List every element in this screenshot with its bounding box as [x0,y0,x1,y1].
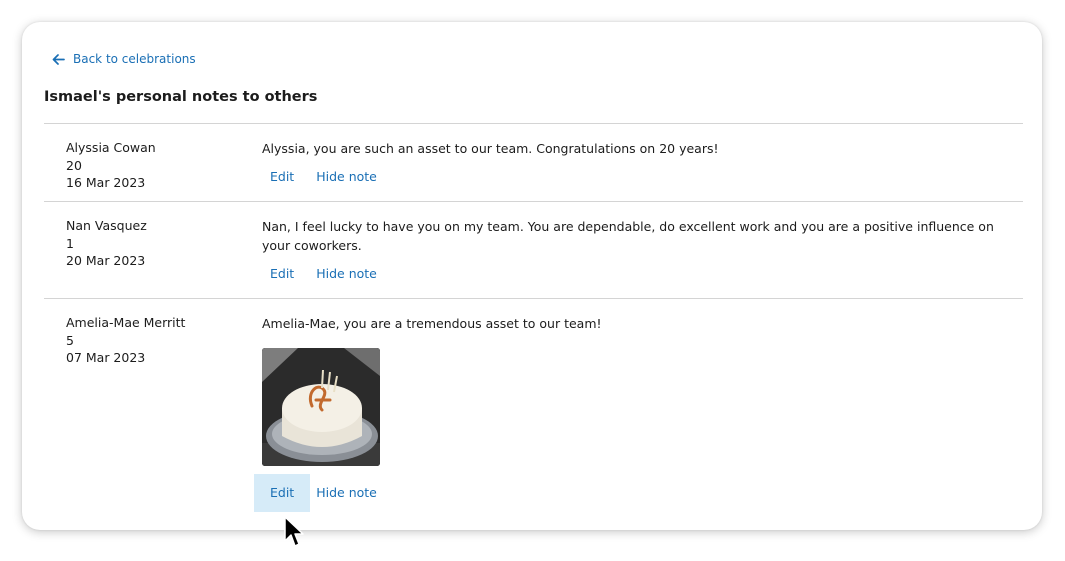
note-actions: Edit Hide note [262,167,1003,187]
note-row: Alyssia Cowan 20 16 Mar 2023 Alyssia, yo… [44,123,1023,201]
back-to-celebrations-link[interactable]: Back to celebrations [52,52,196,66]
note-date: 16 Mar 2023 [66,175,146,190]
cake-photo [262,348,380,466]
note-message: Nan, I feel lucky to have you on my team… [262,219,994,253]
note-content: Amelia-Mae, you are a tremendous asset t… [254,299,1023,526]
note-row: Nan Vasquez 1 20 Mar 2023 Nan, I feel lu… [44,201,1023,298]
notes-list: Alyssia Cowan 20 16 Mar 2023 Alyssia, yo… [44,123,1023,526]
page-title: Ismael's personal notes to others [44,89,318,105]
recipient-name: Amelia-Mae Merritt [66,315,186,330]
cake-image [262,348,380,466]
recipient-info: Alyssia Cowan 20 16 Mar 2023 [44,124,262,201]
note-content: Nan, I feel lucky to have you on my team… [262,202,1023,298]
edit-button[interactable]: Edit [262,264,302,284]
hide-note-button[interactable]: Hide note [308,167,385,187]
arrow-left-icon [52,53,65,65]
note-message: Alyssia, you are such an asset to our te… [262,141,719,156]
note-message: Amelia-Mae, you are a tremendous asset t… [262,316,602,331]
note-row: Amelia-Mae Merritt 5 07 Mar 2023 Amelia-… [44,298,1023,526]
service-years: 1 [66,235,74,251]
service-years: 20 [66,157,82,173]
note-date: 20 Mar 2023 [66,253,146,268]
note-date: 07 Mar 2023 [66,350,146,365]
recipient-name: Alyssia Cowan [66,140,156,155]
edit-button[interactable]: Edit [254,474,311,512]
service-years: 5 [66,332,74,348]
hide-note-button[interactable]: Hide note [308,264,385,284]
back-link-label: Back to celebrations [73,52,196,66]
notes-card: Back to celebrations Ismael's personal n… [22,22,1042,530]
note-content: Alyssia, you are such an asset to our te… [262,124,1023,201]
recipient-info: Amelia-Mae Merritt 5 07 Mar 2023 [44,299,262,526]
note-actions: Edit Hide note [254,474,1003,512]
recipient-info: Nan Vasquez 1 20 Mar 2023 [44,202,262,298]
edit-button[interactable]: Edit [262,167,302,187]
recipient-name: Nan Vasquez [66,218,147,233]
note-actions: Edit Hide note [262,264,1003,284]
hide-note-button[interactable]: Hide note [308,483,385,503]
